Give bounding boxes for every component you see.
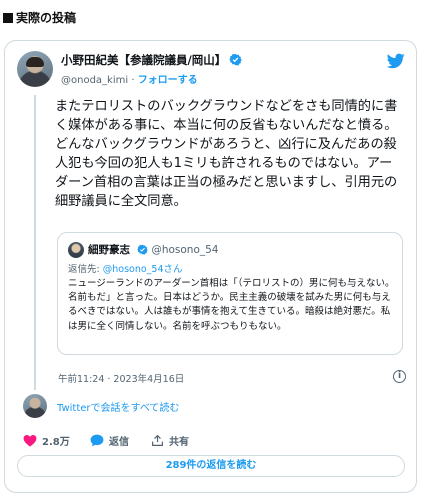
author-handle-line: @onoda_kimi · フォローする [61, 71, 198, 86]
section-heading: 実際の投稿 [3, 9, 76, 26]
reply-to-handle[interactable]: @hosono_54さん [103, 264, 183, 275]
tweet-timestamp[interactable]: 午前11:24 · 2023年4月16日 [58, 371, 184, 385]
like-button[interactable]: 2.8万 [23, 433, 70, 448]
follow-button[interactable]: フォローする [138, 75, 198, 86]
author-name-line[interactable]: 小野田紀美【参議院議員/岡山】 [61, 52, 242, 68]
share-upload-icon [152, 434, 163, 446]
thread-connector-line [34, 95, 36, 390]
reply-button[interactable]: 返信 [90, 433, 129, 448]
speech-bubble-icon [90, 434, 104, 447]
heart-icon [23, 435, 37, 447]
verified-badge-icon [229, 53, 242, 66]
conversation-avatar[interactable] [23, 394, 47, 418]
reply-to-prefix: 返信先: [68, 264, 103, 275]
tweet-header: 小野田紀美【参議院議員/岡山】 @onoda_kimi · フォローする [17, 51, 407, 91]
twitter-bird-icon[interactable] [387, 53, 405, 69]
author-name[interactable]: 小野田紀美【参議院議員/岡山】 [61, 53, 226, 67]
author-handle[interactable]: @onoda_kimi [61, 75, 128, 86]
section-heading-text: 実際の投稿 [16, 11, 77, 25]
separator: · [128, 75, 138, 86]
like-count: 2.8万 [42, 437, 70, 448]
info-icon[interactable]: i [393, 370, 406, 383]
read-replies-button[interactable]: 289件の返信を読む [17, 455, 405, 477]
quoted-body: ニュージーランドのアーダーン首相は「（テロリストの）男に何も与えない。名前もだ」… [68, 278, 395, 332]
quoted-author-line: 細野豪志 @hosono_54 [88, 242, 218, 257]
verified-badge-icon [136, 244, 148, 255]
share-label: 共有 [169, 437, 189, 448]
share-button[interactable]: 共有 [151, 433, 189, 448]
quoted-author-name[interactable]: 細野豪志 [88, 244, 130, 256]
read-conversation-link[interactable]: Twitterで会話をすべて読む [57, 399, 179, 414]
quoted-tweet[interactable]: 細野豪志 @hosono_54 返信先: @hosono_54さん ニュージーラ… [57, 232, 403, 355]
quoted-reply-to: 返信先: @hosono_54さん [68, 261, 183, 275]
quoted-author-handle[interactable]: @hosono_54 [151, 244, 218, 256]
tweet-card[interactable]: 小野田紀美【参議院議員/岡山】 @onoda_kimi · フォローする またテ… [4, 40, 417, 493]
author-avatar[interactable] [17, 51, 53, 87]
tweet-body: またテロリストのバックグラウンドなどをさも同情的に書く媒体がある事に、本当に何の… [55, 99, 398, 209]
square-bullet-icon [3, 13, 13, 23]
reply-label: 返信 [109, 437, 129, 448]
quoted-author-avatar[interactable] [68, 242, 84, 258]
